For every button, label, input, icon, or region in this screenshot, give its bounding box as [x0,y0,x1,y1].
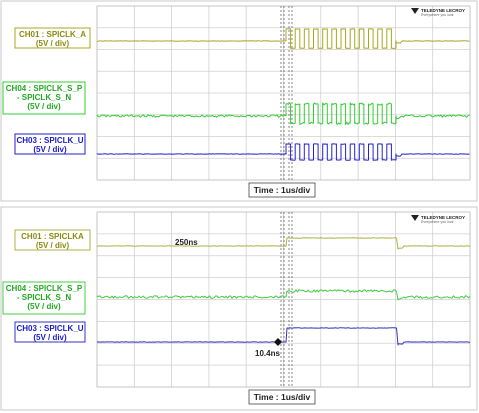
channel-label-text: (5V / div) [33,333,67,342]
logo-tagline: Everywhere you look [421,220,454,224]
time-scale-label: Time : 1us/div [254,185,311,195]
channel-label-text: CH03 : SPICLK_U [16,136,83,145]
time-scale: Time : 1us/div [248,389,316,405]
channel-label-text: CH01 : SPICLKA [21,232,84,241]
channel-labels: CH01 : SPICLKA(5V / div)CH04 : SPICLK_S_… [2,229,91,343]
channel-label-text: (5V / div) [33,145,67,154]
channel-label-text: - SPICLK_S_N [17,93,71,102]
channel-label-text: CH04 : SPICLK_S_P [6,84,83,93]
channel-label-text: CH04 : SPICLK_S_P [6,284,83,293]
channel-label-text: CH01 : SPICLK_A [19,30,86,39]
channel-label-text: (5V / div) [27,302,61,311]
channel-label-text: (5V / div) [36,39,70,48]
annotation-250ns: 250ns [175,238,198,247]
channel-label-text: (5V / div) [27,102,61,111]
scope-panel-1: TELEDYNE LECROY Everywhere you look CH01… [0,0,478,202]
channel-label-text: - SPICLK_S_N [17,293,71,302]
oscilloscope-figure: TELEDYNE LECROY Everywhere you look CH01… [0,0,478,411]
channel-label-text: (5V / div) [36,241,70,250]
annotation-10-4ns: 10.4ns [255,349,280,358]
time-scale-label: Time : 1us/div [254,392,311,402]
channel-label-text: CH03 : SPICLK_U [16,324,83,333]
scope-panel-2: TELEDYNE LECROY Everywhere you look CH01… [0,206,478,411]
logo-tagline: Everywhere you look [421,13,454,17]
channel-labels: CH01 : SPICLK_A(5V / div)CH04 : SPICLK_S… [2,27,91,155]
time-scale: Time : 1us/div [248,182,316,198]
